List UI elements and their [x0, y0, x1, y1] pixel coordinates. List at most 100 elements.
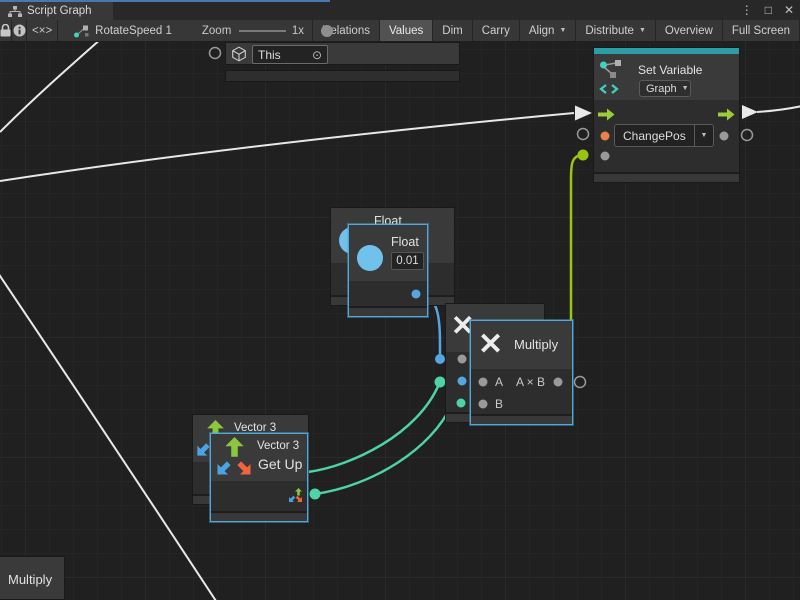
hollow-port-setvariable-right[interactable]: [742, 130, 753, 141]
carry-button[interactable]: Carry: [473, 20, 520, 41]
overview-button[interactable]: Overview: [656, 20, 723, 41]
node-multiply-corner[interactable]: Multiply: [0, 556, 65, 600]
this-field-value: This: [258, 48, 281, 62]
chevron-down-icon: ▼: [682, 85, 689, 92]
node-footer: [594, 172, 739, 182]
hollow-port-multiply-right[interactable]: [575, 377, 586, 388]
wire-white-bottom-diagonal: [0, 270, 218, 600]
port-b[interactable]: [479, 400, 488, 409]
wire-teal-upper: [308, 384, 439, 472]
wire-white-topleft: [0, 42, 102, 132]
distribute-dropdown-button[interactable]: Distribute▼: [576, 20, 656, 41]
code-icon: <×>: [32, 25, 52, 37]
wire-lime: [571, 155, 583, 322]
graph-hierarchy-icon: [8, 5, 22, 18]
node-title: Set Variable: [638, 63, 702, 77]
chevron-down-icon: ▼: [639, 27, 646, 34]
dim-button[interactable]: Dim: [433, 20, 472, 41]
graph-canvas[interactable]: This ⊙ Set Variable: [0, 42, 800, 600]
input-port-a[interactable]: [458, 377, 467, 386]
align-dropdown-button[interactable]: Align▼: [520, 20, 577, 41]
values-button[interactable]: Values: [380, 20, 433, 41]
flow-out-port[interactable]: [718, 108, 735, 121]
node-title: Vector 3: [257, 440, 299, 452]
flow-arrowhead-out: [742, 105, 758, 119]
wire-white-into-setvariable: [0, 113, 574, 181]
lock-button[interactable]: [0, 20, 12, 41]
graph-name-label: RotateSpeed 1: [95, 25, 172, 37]
wire-lime-end-dot[interactable]: [578, 150, 589, 161]
full-screen-button[interactable]: Full Screen: [723, 20, 800, 41]
chevron-down-icon: ▼: [559, 27, 566, 34]
tab-label: Script Graph: [27, 5, 92, 17]
flow-in-port[interactable]: [598, 108, 615, 121]
float-value-field[interactable]: 0.01: [391, 252, 424, 270]
variable-name-port[interactable]: [601, 132, 610, 141]
this-object-field[interactable]: This ⊙: [252, 45, 328, 64]
variable-scope-dropdown[interactable]: Graph ▼: [639, 80, 691, 97]
arrow-down-right-icon: [236, 460, 253, 477]
zoom-value: 1x: [292, 25, 304, 37]
window-restore-icon[interactable]: □: [765, 4, 772, 16]
float-icon: [357, 245, 383, 271]
object-picker-icon[interactable]: ⊙: [312, 48, 322, 62]
variable-select-dropdown[interactable]: ChangePos ▼: [614, 124, 714, 147]
set-variable-icon: [599, 58, 625, 96]
hollow-port-this[interactable]: [210, 48, 221, 59]
float-output-port[interactable]: [412, 290, 421, 299]
zoom-label: Zoom: [202, 25, 231, 37]
node-subtitle: Get Up: [258, 456, 302, 472]
tab-script-graph[interactable]: Script Graph: [0, 2, 113, 20]
node-float[interactable]: Float 0.01: [348, 224, 428, 317]
variable-name: ChangePos: [615, 129, 686, 143]
wire-teal-lower: [315, 404, 452, 494]
graph-breadcrumb-button[interactable]: RotateSpeed 1: [63, 20, 182, 41]
port-b-label: B: [495, 397, 503, 411]
arrow-down-left-icon: [195, 442, 211, 458]
output-value-port[interactable]: [720, 132, 729, 141]
zoom-slider[interactable]: [239, 20, 286, 42]
vector3-output-port-icon[interactable]: [288, 488, 304, 504]
chevron-down-icon: ▼: [694, 125, 713, 146]
code-view-button[interactable]: <×>: [27, 20, 58, 41]
wire-blue-end-dot[interactable]: [435, 354, 445, 364]
arrow-up-icon: [224, 437, 245, 458]
node-title: Multiply: [514, 337, 558, 352]
graph-asset-icon: [73, 24, 89, 38]
port-a[interactable]: [479, 378, 488, 387]
graph-toolbar: <×> RotateSpeed 1 Zoom 1x Relations Valu…: [0, 20, 800, 42]
cube-icon: [231, 46, 247, 62]
window-menu-icon[interactable]: ⋮: [741, 4, 753, 16]
flow-arrowhead-in: [575, 106, 592, 121]
port-out-label: A × B: [516, 375, 545, 389]
input-value-port[interactable]: [601, 152, 610, 161]
port-out[interactable]: [554, 378, 563, 387]
node-vector3-get-up[interactable]: Vector 3 Get Up: [210, 433, 308, 522]
wire-white-out-of-setvariable: [757, 106, 800, 112]
wire-teal-upper-end-dot[interactable]: [435, 377, 446, 388]
hollow-port-setvariable-left[interactable]: [578, 129, 589, 140]
node-footer: [211, 511, 307, 521]
lock-icon: [0, 24, 11, 37]
input-port-b[interactable]: [457, 399, 466, 408]
node-footer: [349, 306, 427, 316]
port-a-label: A: [495, 375, 503, 389]
node-title: Float: [391, 235, 419, 249]
node-multiply[interactable]: ✕ Multiply A A × B B: [470, 320, 573, 425]
node-title: Multiply: [8, 572, 52, 587]
node-this[interactable]: This ⊙: [225, 42, 460, 82]
input-port[interactable]: [458, 355, 467, 364]
zoom-slider-track: [239, 30, 286, 32]
script-graph-window: Script Graph ⋮ □ ✕ <×>: [0, 0, 800, 600]
tab-bar: Script Graph ⋮ □ ✕: [0, 0, 800, 20]
window-close-icon[interactable]: ✕: [784, 4, 794, 16]
multiply-icon: ✕: [478, 330, 503, 360]
scope-value: Graph: [646, 83, 677, 95]
node-footer: [471, 414, 572, 424]
arrow-down-left-icon: [215, 460, 232, 477]
node-set-variable[interactable]: Set Variable Graph ▼ ChangePos ▼: [593, 47, 740, 183]
wire-teal-lower-start-dot[interactable]: [310, 489, 321, 500]
info-icon: [13, 24, 26, 37]
info-button[interactable]: [12, 20, 27, 41]
float-value: 0.01: [396, 255, 418, 267]
